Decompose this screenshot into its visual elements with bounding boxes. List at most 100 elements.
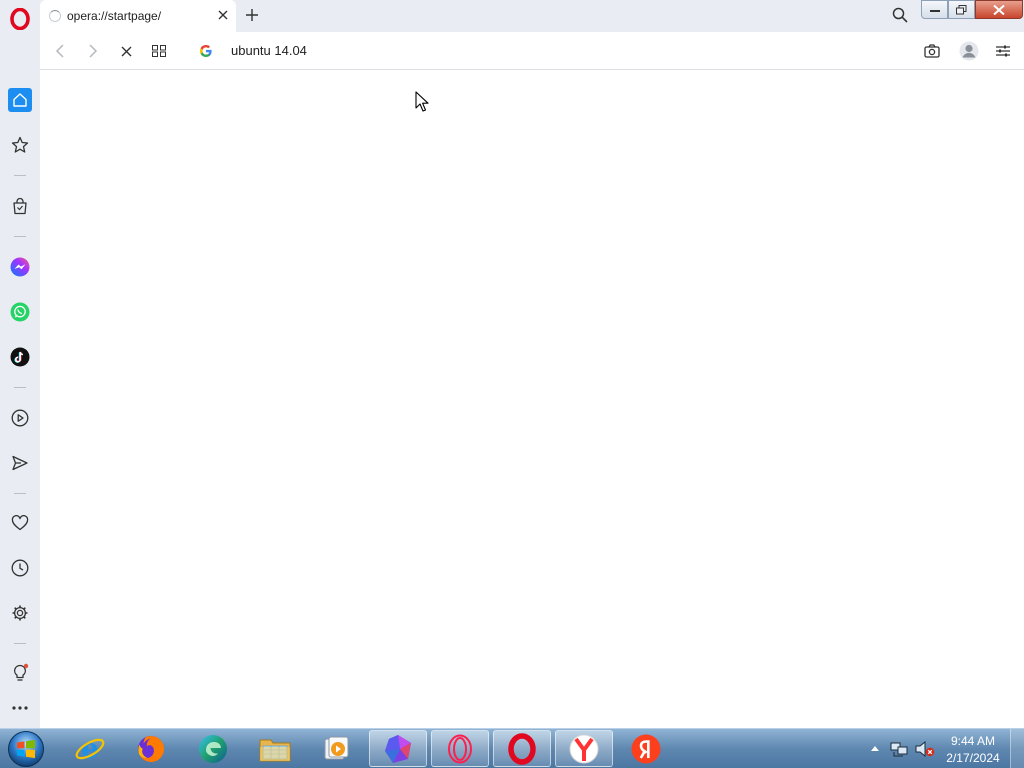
chevron-left-icon [55, 44, 64, 58]
sidebar-item-tips[interactable] [8, 661, 32, 685]
taskbar-app-gem[interactable] [369, 730, 427, 767]
tab-strip: opera://startpage/ [0, 0, 1024, 32]
volume-muted-icon[interactable] [915, 740, 935, 758]
address-toolbar: ubuntu 14.04 [40, 32, 1024, 70]
sidebar-item-more[interactable] [8, 696, 32, 720]
restore-icon [956, 4, 967, 14]
opera-gx-icon [448, 734, 472, 763]
windows-start-icon [8, 731, 44, 767]
sidebar-item-messenger[interactable] [8, 255, 32, 279]
sidebar-separator [14, 387, 26, 388]
taskbar-media-player[interactable] [307, 730, 365, 767]
sidebar-item-player[interactable] [8, 406, 32, 430]
show-desktop-button[interactable] [1010, 729, 1024, 768]
sidebar-separator [14, 175, 26, 176]
close-icon [218, 10, 228, 20]
close-icon [993, 4, 1005, 15]
sidebar-item-speed-dial[interactable] [8, 133, 32, 157]
taskbar-yandex-browser[interactable] [555, 730, 613, 767]
chevron-right-icon [89, 44, 98, 58]
close-icon [121, 46, 131, 56]
taskbar-opera[interactable] [493, 730, 551, 767]
window-minimize-button[interactable] [921, 0, 948, 19]
address-input[interactable]: ubuntu 14.04 [231, 43, 307, 58]
heart-icon [11, 515, 29, 531]
yandex-browser-icon [569, 734, 599, 763]
new-tab-button[interactable] [242, 5, 262, 25]
sidebar-item-home[interactable] [8, 88, 32, 112]
firefox-icon [138, 735, 165, 762]
sidebar-item-tiktok[interactable] [8, 345, 32, 369]
google-g-icon [200, 45, 212, 57]
tab-startpage[interactable]: opera://startpage/ [40, 0, 236, 32]
avatar-icon [959, 41, 979, 61]
sidebar-item-bookmarks[interactable] [8, 511, 32, 535]
window-close-button[interactable] [975, 0, 1023, 19]
sidebar-item-settings[interactable] [8, 601, 32, 625]
snapshot-button[interactable] [921, 40, 943, 62]
start-button[interactable] [4, 730, 48, 768]
sidebar [0, 32, 40, 728]
sidebar-item-history[interactable] [8, 556, 32, 580]
ellipsis-icon [12, 706, 28, 710]
play-icon [11, 409, 29, 427]
minimize-icon [929, 9, 940, 12]
camera-icon [924, 44, 940, 58]
yandex-icon [631, 734, 661, 763]
tab-close-button[interactable] [214, 6, 232, 24]
folder-icon [259, 739, 291, 761]
loading-spinner-icon [49, 10, 61, 22]
network-icon[interactable] [890, 740, 908, 758]
sidebar-item-whatsapp[interactable] [8, 300, 32, 324]
search-engine-icon-slot [195, 40, 217, 62]
edge-icon [199, 734, 227, 763]
internet-explorer-icon: e [75, 733, 105, 765]
home-icon [13, 93, 27, 107]
sliders-icon [996, 45, 1010, 57]
sidebar-separator [14, 643, 26, 644]
grid-icon [152, 45, 166, 57]
gear-icon [12, 605, 28, 621]
sidebar-item-shopping[interactable] [8, 194, 32, 218]
forward-button[interactable] [82, 40, 104, 62]
star-icon [11, 136, 29, 153]
shopping-bag-icon [13, 197, 27, 215]
tray-expand-icon[interactable] [871, 745, 879, 751]
plus-icon [246, 9, 258, 21]
stop-loading-button[interactable] [115, 40, 137, 62]
taskbar-file-explorer[interactable] [246, 730, 304, 767]
tiktok-icon [10, 347, 30, 367]
page-content [40, 70, 1024, 728]
profile-button[interactable] [958, 40, 980, 62]
opera-icon [508, 732, 536, 765]
clock-date[interactable]: 2/17/2024 [945, 751, 1001, 765]
taskbar-firefox[interactable] [122, 730, 180, 767]
taskbar: e 9:44 AM 2/17/2024 [0, 728, 1024, 768]
messenger-icon [10, 257, 30, 277]
taskbar-internet-explorer[interactable]: e [61, 730, 119, 767]
opera-logo-icon [10, 8, 30, 30]
tab-title: opera://startpage/ [67, 9, 162, 23]
sidebar-item-flow[interactable] [8, 451, 32, 475]
media-player-icon [324, 736, 349, 759]
mouse-cursor-icon [415, 91, 429, 112]
taskbar-edge[interactable] [184, 730, 242, 767]
tab-overview-button[interactable] [148, 40, 170, 62]
sidebar-separator [14, 236, 26, 237]
lightbulb-icon [14, 663, 29, 681]
opera-menu-button[interactable] [6, 5, 34, 33]
gem-app-icon [385, 734, 411, 763]
sidebar-separator [14, 493, 26, 494]
clock-icon [11, 559, 29, 577]
window-restore-button[interactable] [948, 0, 975, 19]
search-icon [892, 7, 908, 23]
back-button[interactable] [49, 40, 71, 62]
send-icon [12, 455, 28, 471]
clock-time[interactable]: 9:44 AM [945, 734, 1001, 748]
tab-search-button[interactable] [889, 4, 911, 26]
whatsapp-icon [10, 302, 30, 322]
easy-setup-button[interactable] [992, 40, 1014, 62]
taskbar-opera-gx[interactable] [431, 730, 489, 767]
taskbar-yandex[interactable] [617, 730, 675, 767]
svg-text:e: e [81, 733, 99, 765]
